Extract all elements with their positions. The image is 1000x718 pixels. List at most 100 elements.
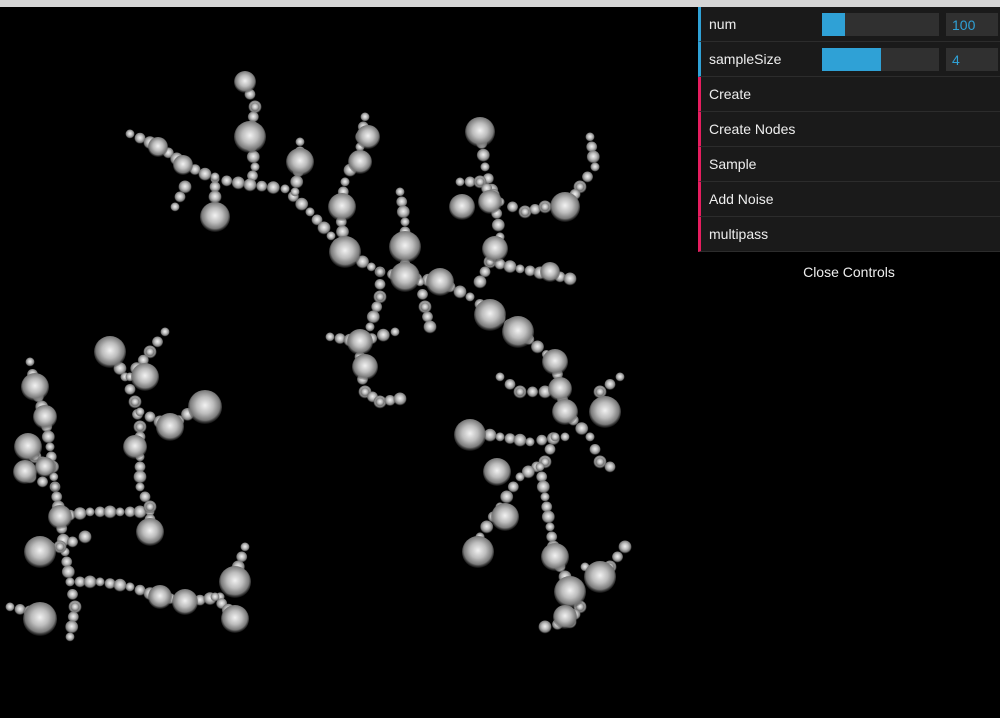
graph-node (548, 377, 572, 401)
create-label: Create (709, 86, 752, 102)
graph-node (426, 268, 454, 296)
node-cluster-group (5, 71, 632, 642)
graph-node (326, 231, 336, 241)
graph-node (536, 434, 548, 446)
sample-size-input[interactable] (946, 48, 998, 71)
graph-node (586, 150, 600, 164)
graph-node (417, 289, 428, 300)
graph-node (41, 430, 55, 444)
graph-node (131, 363, 159, 391)
graph-node (589, 444, 601, 455)
graph-node (198, 167, 212, 181)
graph-node (550, 192, 580, 222)
graph-node (474, 299, 506, 331)
graph-node (14, 433, 42, 461)
graph-node (366, 310, 380, 324)
graph-node (78, 530, 92, 544)
graph-node (503, 260, 517, 274)
graph-node (290, 175, 304, 189)
add-noise-button[interactable]: Add Noise (698, 182, 1000, 217)
create-nodes-button[interactable]: Create Nodes (698, 112, 1000, 147)
graph-node (552, 399, 578, 425)
graph-node (504, 379, 516, 390)
graph-node (515, 264, 525, 274)
graph-node (453, 285, 467, 299)
graph-node (366, 262, 376, 272)
graph-node (266, 181, 280, 195)
graph-node (465, 292, 475, 302)
graph-node (124, 384, 136, 395)
graph-node (544, 444, 556, 455)
graph-node (173, 155, 193, 175)
graph-node (103, 505, 117, 519)
graph-node (360, 112, 370, 122)
graph-node (125, 582, 135, 592)
graph-node (133, 470, 147, 484)
graph-node (455, 177, 465, 187)
graph-node (188, 390, 222, 424)
graph-node (234, 121, 266, 153)
graph-node (390, 327, 400, 337)
graph-node (563, 272, 577, 286)
graph-node (280, 184, 290, 194)
graph-node (70, 602, 80, 612)
create-button[interactable]: Create (698, 77, 1000, 112)
graph-node (67, 536, 78, 548)
graph-node (295, 197, 309, 211)
graph-node (375, 397, 385, 407)
graph-node (55, 542, 65, 552)
graph-node (376, 328, 390, 342)
graph-node (250, 162, 260, 172)
graph-node (500, 490, 514, 504)
graph-node (329, 236, 361, 268)
graph-node (495, 372, 505, 382)
graph-node (595, 387, 605, 397)
graph-node (221, 605, 249, 633)
graph-node (502, 316, 534, 348)
controls-panel: num sampleSize Create Create Nodes Sampl… (698, 7, 1000, 252)
graph-node (585, 132, 595, 142)
graph-node (465, 117, 495, 147)
sample-size-label: sampleSize (709, 51, 782, 67)
graph-node (48, 505, 72, 529)
graph-node (478, 190, 502, 214)
add-noise-label: Add Noise (709, 191, 774, 207)
graph-node (178, 180, 192, 194)
graph-node (374, 279, 386, 290)
graph-node (515, 387, 525, 397)
graph-node (618, 540, 632, 554)
graph-node (94, 336, 126, 368)
graph-node (50, 482, 60, 492)
graph-node (325, 332, 335, 342)
graph-node (123, 435, 147, 459)
num-input[interactable] (946, 13, 998, 36)
graph-node (590, 162, 600, 172)
multipass-button[interactable]: multipass (698, 217, 1000, 252)
graph-node (340, 177, 350, 187)
graph-node (65, 577, 75, 587)
graph-node (135, 482, 145, 492)
graph-node (295, 137, 305, 147)
graph-node (24, 536, 56, 568)
graph-node (160, 327, 170, 337)
num-slider[interactable] (822, 13, 939, 36)
graph-node (604, 461, 616, 473)
graph-node (352, 354, 378, 380)
graph-node (115, 507, 125, 517)
graph-node (520, 207, 530, 217)
graph-node (65, 632, 75, 642)
graph-node (480, 520, 494, 534)
graph-node (286, 148, 314, 176)
close-controls-button[interactable]: Close Controls (698, 259, 1000, 285)
graph-node (240, 542, 250, 552)
graph-node (347, 329, 373, 355)
graph-node (560, 432, 570, 442)
graph-node (612, 551, 623, 563)
graph-node (449, 194, 475, 220)
create-nodes-label: Create Nodes (709, 121, 796, 137)
sample-size-slider[interactable] (822, 48, 939, 71)
graph-node (507, 481, 519, 493)
graph-node (575, 422, 589, 436)
graph-node (21, 373, 49, 401)
sample-button[interactable]: Sample (698, 147, 1000, 182)
